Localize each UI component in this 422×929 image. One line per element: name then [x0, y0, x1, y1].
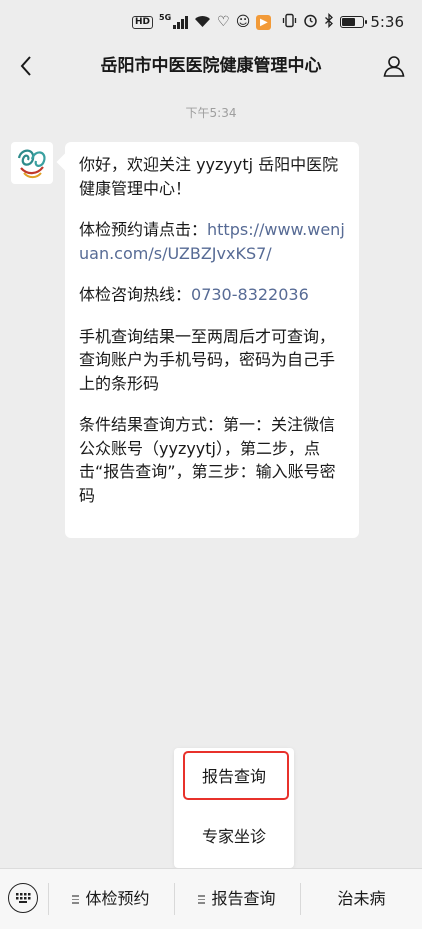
- message-query-steps: 条件结果查询方式：第一：关注微信公众账号（yyzyytj），第二步，点击“报告查…: [79, 415, 336, 505]
- tab-report-query[interactable]: 报告查询: [175, 869, 299, 929]
- booking-label: 体检预约请点击：: [79, 220, 208, 239]
- tab-label: 治未病: [337, 889, 386, 908]
- status-left-icons: HD 5G ♡ ☺ ▶: [132, 13, 272, 32]
- message-booking: 体检预约请点击：https://www.wenjuan.com/s/UZBZJv…: [79, 218, 345, 265]
- signal-icon: [173, 15, 189, 29]
- person-icon: [383, 56, 405, 77]
- highlight-annotation: [183, 751, 289, 800]
- page-title: 岳阳市中医医院健康管理中心: [100, 56, 322, 76]
- bottom-menu-bar: 体检预约 报告查询 治未病: [0, 868, 422, 929]
- nav-bar: 岳阳市中医医院健康管理中心: [0, 44, 422, 88]
- message-welcome: 你好，欢迎关注 yyzyytj 岳阳中医院健康管理中心！: [79, 155, 339, 198]
- profile-button[interactable]: [376, 48, 412, 84]
- tab-label: 体检预约: [85, 889, 150, 908]
- hotline-phone-link[interactable]: 0730-8322036: [191, 285, 309, 304]
- network-label: 5G: [159, 13, 172, 22]
- wifi-icon: [194, 13, 211, 32]
- avatar[interactable]: [11, 142, 53, 184]
- tab-label: 报告查询: [211, 889, 276, 908]
- battery-icon: [340, 16, 368, 28]
- back-button[interactable]: [8, 48, 44, 84]
- menu-lines-icon: [198, 893, 206, 906]
- heart-icon: ♡: [217, 14, 230, 30]
- alarm-icon: [303, 13, 318, 32]
- hd-icon: HD: [132, 15, 154, 29]
- app-icon: ▶: [256, 14, 272, 30]
- status-bar: HD 5G ♡ ☺ ▶ 5:36: [0, 0, 422, 44]
- chat-timestamp: 下午5:34: [185, 106, 237, 120]
- chevron-left-icon: [20, 56, 31, 76]
- vibrate-icon: [282, 13, 297, 32]
- menu-item-expert-clinic[interactable]: 专家坐诊: [174, 811, 294, 863]
- tab-preventive-care[interactable]: 治未病: [301, 869, 422, 929]
- message-hotline: 体检咨询热线：0730-8322036: [79, 283, 345, 307]
- keyboard-icon: [16, 893, 31, 903]
- menu-lines-icon: [72, 893, 80, 906]
- smiley-icon: ☺: [235, 14, 251, 30]
- message-query-info: 手机查询结果一至两周后才可查询，查询账户为手机号码，密码为自己手上的条形码: [79, 326, 336, 393]
- bluetooth-icon: [324, 12, 334, 32]
- hospital-logo-icon: [17, 149, 46, 179]
- status-right-icons: 5:36: [282, 12, 404, 32]
- status-time: 5:36: [370, 13, 404, 31]
- tab-checkup-booking[interactable]: 体检预约: [49, 869, 173, 929]
- keyboard-toggle-button[interactable]: [8, 883, 38, 913]
- message-bubble: 你好，欢迎关注 yyzyytj 岳阳中医院健康管理中心！ 体检预约请点击：htt…: [65, 142, 359, 538]
- hotline-label: 体检咨询热线：: [79, 285, 192, 304]
